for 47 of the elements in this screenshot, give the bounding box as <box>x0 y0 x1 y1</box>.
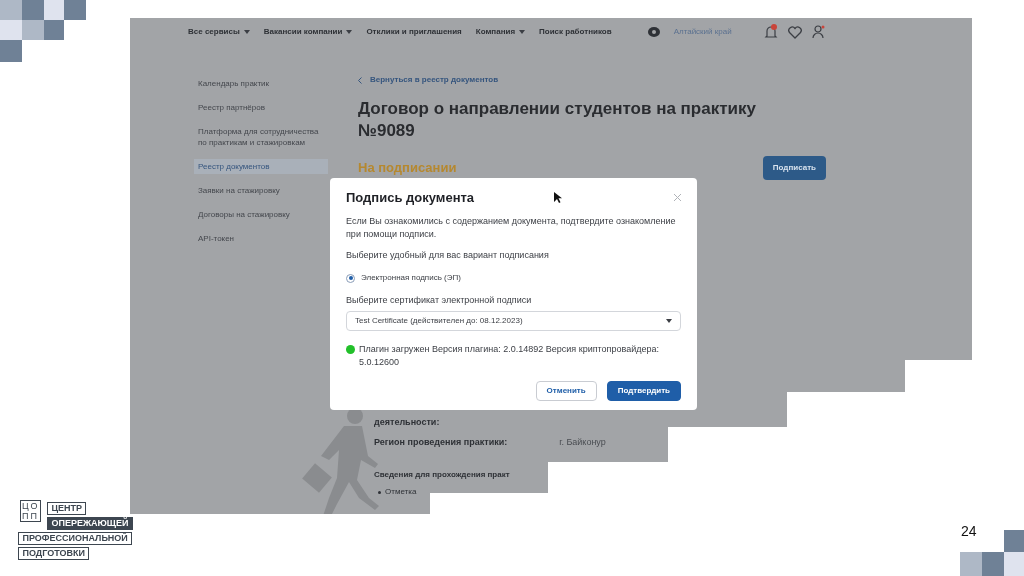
field-label: деятельности: <box>374 416 441 429</box>
caret-icon <box>519 30 526 34</box>
sidebar-item[interactable]: Договоры на стажировку <box>194 207 328 222</box>
sidebar-item[interactable]: Реестр партнёров <box>194 100 328 115</box>
section-title: Сведения для прохождения практ <box>374 469 511 481</box>
method-prompt: Выберите удобный для вас вариант подписания <box>346 248 550 262</box>
nav-link[interactable]: Вакансии компании <box>263 26 353 38</box>
document-title: Договор о направлении студентов на практику №9089 <box>358 98 757 142</box>
dialog-title: Подпись документа <box>346 189 475 207</box>
logo-mark: ЦО ПП <box>20 500 42 522</box>
caret-icon <box>243 30 250 34</box>
nav-link[interactable]: Компания <box>475 26 526 38</box>
sidebar-item[interactable]: Календарь практик <box>194 76 328 91</box>
caret-icon <box>346 30 353 34</box>
nav-link[interactable]: Поиск работников <box>539 26 612 38</box>
nav-link[interactable]: Отклики и приглашения <box>366 26 462 38</box>
field-label: Регион проведения практики: <box>374 435 508 449</box>
sidebar-item[interactable]: Платформа для сотрудничества по практикам и стажировкам <box>194 124 328 150</box>
list-item: Отметка <box>385 486 417 498</box>
nav-link[interactable]: Все сервисы <box>188 26 250 38</box>
confirm-button[interactable]: Подтвердить <box>606 380 681 401</box>
logo-text: ОПЕРЕЖАЮЩЕЙ <box>47 517 133 530</box>
certificate-select[interactable]: Test Certificate (действителен до: 08.12.2023) <box>346 310 681 331</box>
cancel-button[interactable]: Отменить <box>535 380 597 401</box>
sign-button[interactable]: Подписать <box>762 156 826 180</box>
user-icon[interactable] <box>811 25 825 39</box>
radio-option[interactable]: Электронная подпись (ЭП) <box>346 272 681 284</box>
logo-text: ЦЕНТР <box>47 502 87 515</box>
logo-text: ПОДГОТОВКИ <box>18 547 89 560</box>
chevron-left-icon <box>358 76 362 84</box>
sidebar-item[interactable]: Заявки на стажировку <box>194 183 328 198</box>
eye-icon <box>647 27 660 37</box>
dialog-description: Если Вы ознакомились с содержанием документа, подтвердите ознакомление при помощи подписи. <box>346 214 677 241</box>
bullet-icon <box>378 490 381 494</box>
heart-icon[interactable] <box>787 25 802 39</box>
field-value: г. Байконур <box>559 435 606 449</box>
field-label: Выберите сертификат электронной подписи <box>346 294 533 307</box>
plugin-status: Плагин загружен Версия плагина: 2.0.14892 Версия криптопровайдера: 5.0.12600 <box>359 342 660 369</box>
bell-icon[interactable] <box>763 24 778 40</box>
logo-text: ПРОФЕССИОНАЛЬНОЙ <box>18 532 132 545</box>
sidebar-item[interactable]: Реестр документов <box>194 159 328 174</box>
status-label: На подписании <box>358 159 457 178</box>
page-number: 24 <box>961 522 977 541</box>
sidebar-item[interactable]: API-токен <box>194 231 328 246</box>
back-link[interactable]: Вернуться в реестр документов <box>358 74 838 86</box>
cursor-icon <box>554 192 563 204</box>
caret-icon <box>666 318 672 323</box>
